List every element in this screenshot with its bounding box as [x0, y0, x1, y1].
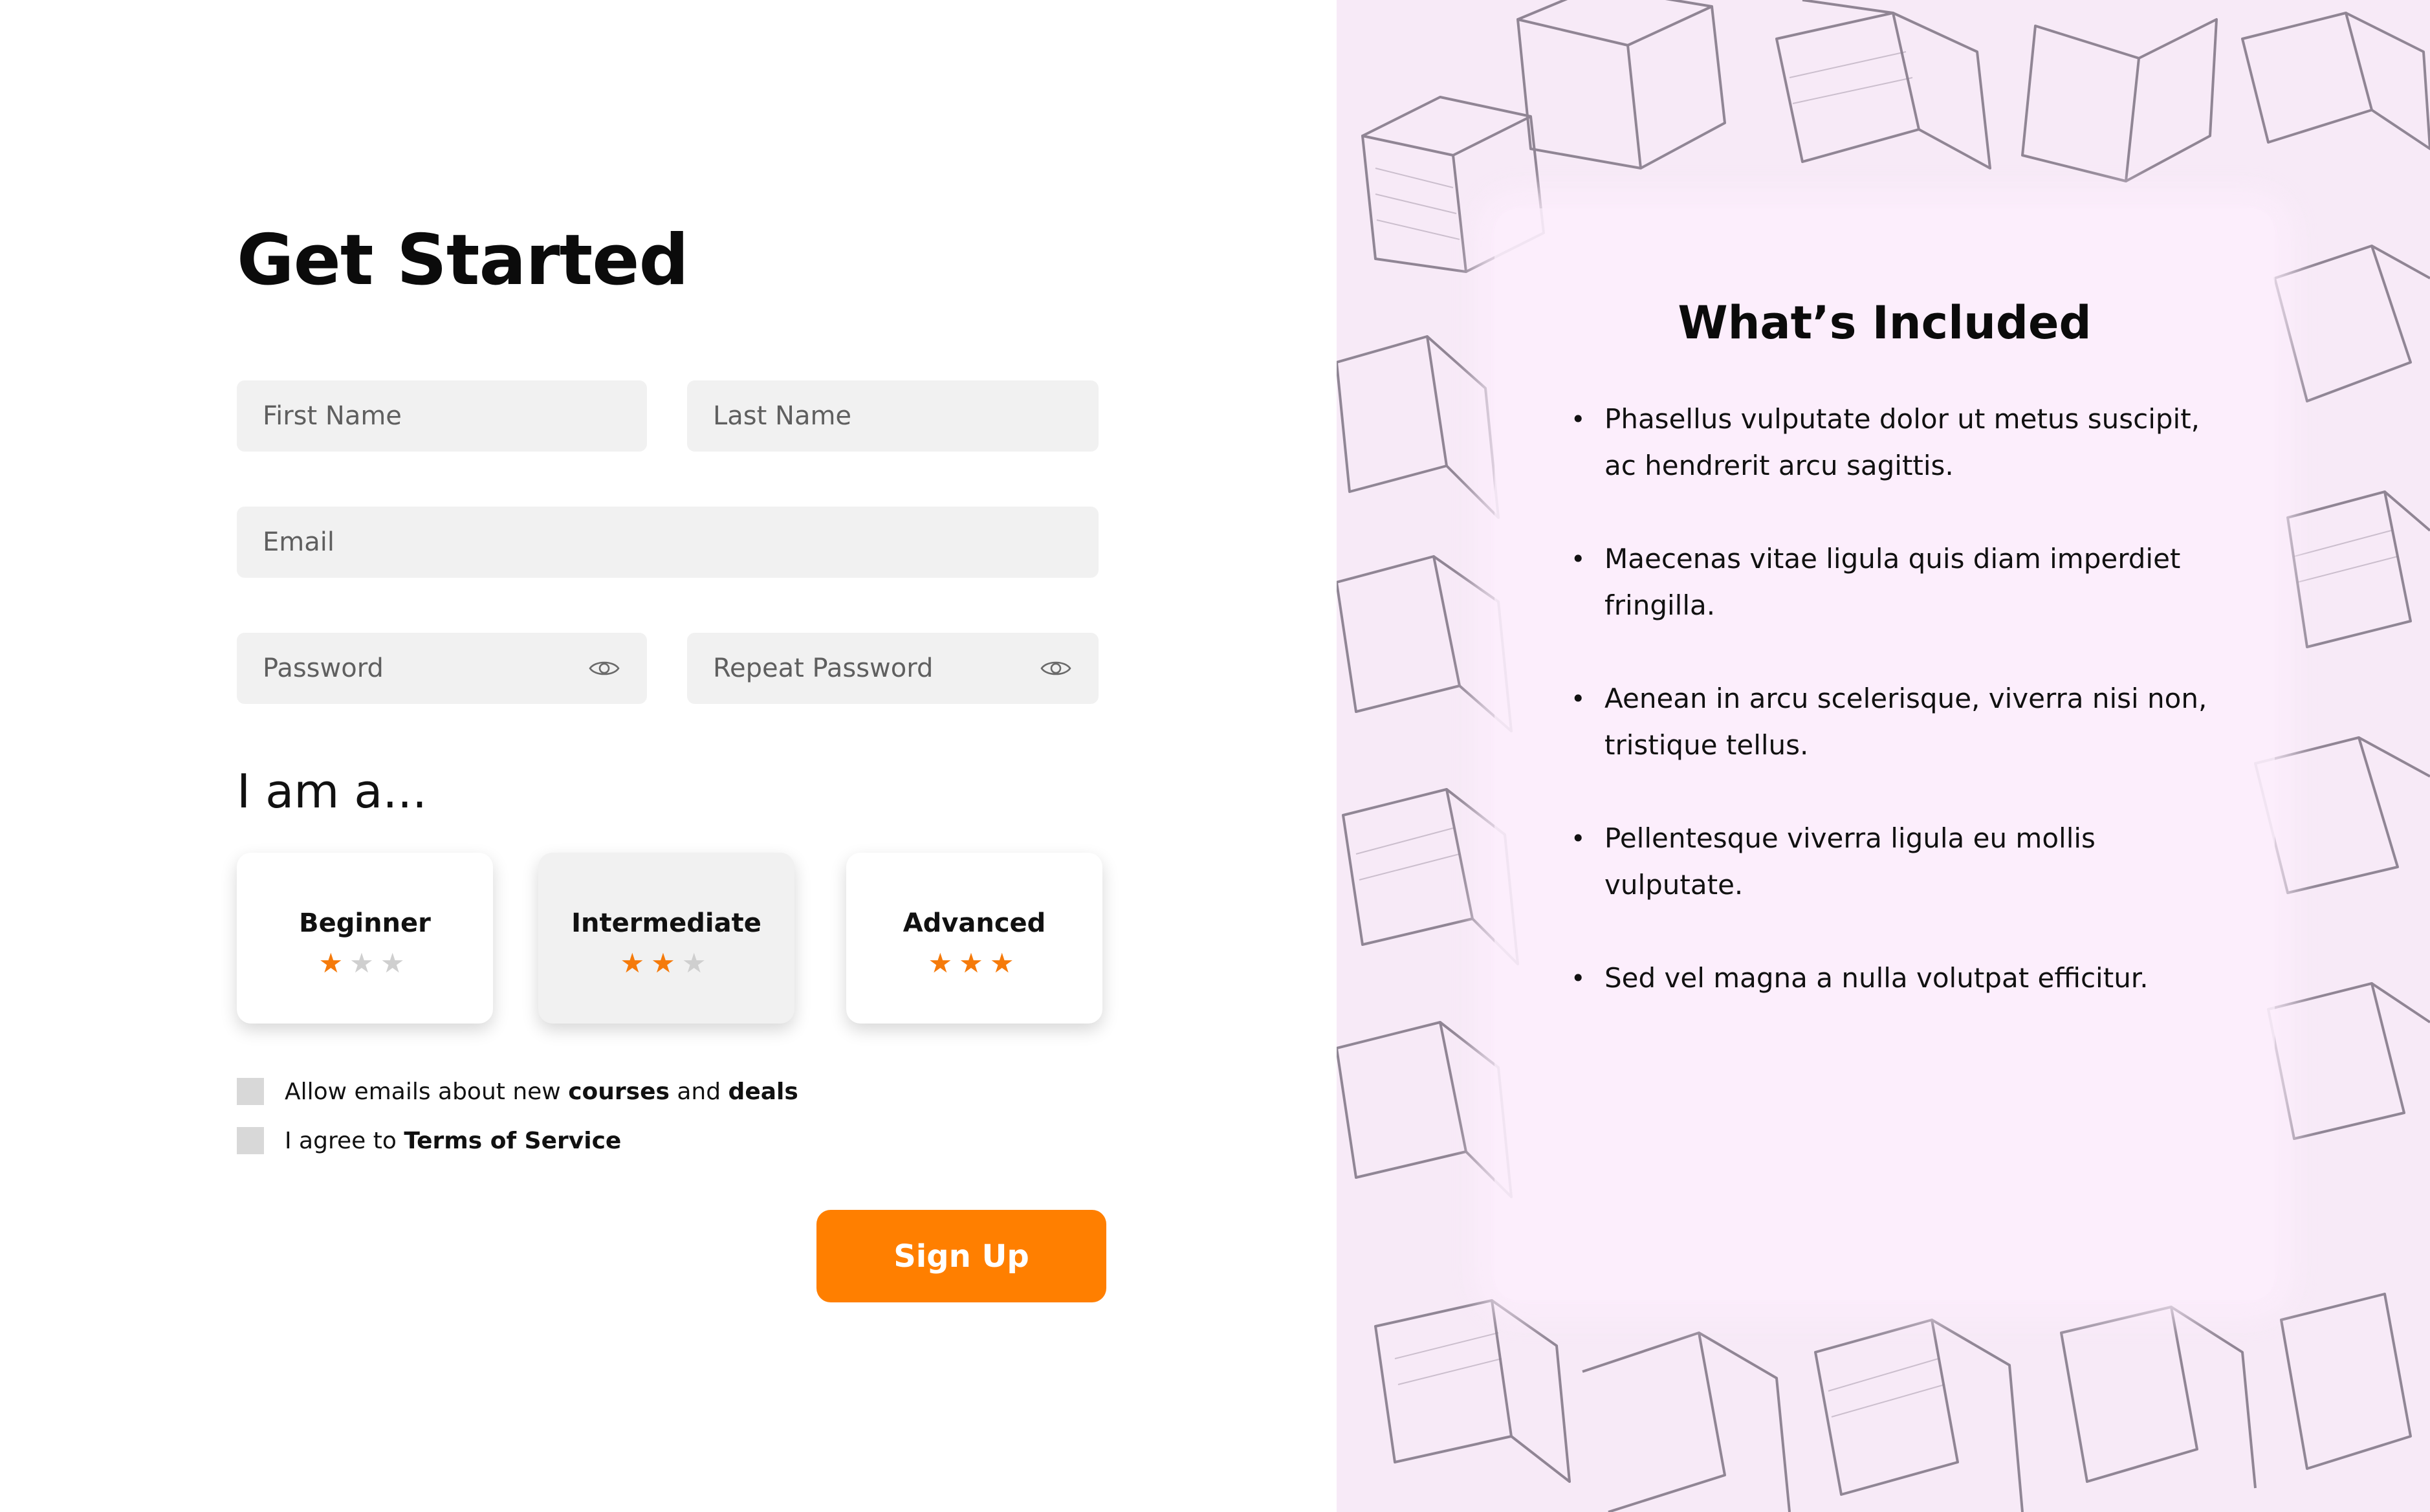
whats-included-title: What’s Included	[1678, 296, 2092, 349]
email-field[interactable]	[237, 507, 1099, 578]
allow-emails-checkbox[interactable]	[237, 1078, 264, 1105]
star-filled-icon: ★	[318, 947, 350, 979]
terms-checkbox[interactable]	[237, 1127, 264, 1154]
eye-icon[interactable]	[1039, 652, 1073, 685]
star-filled-icon: ★	[959, 947, 990, 979]
star-filled-icon: ★	[620, 947, 651, 979]
eye-icon[interactable]	[587, 652, 621, 685]
star-filled-icon: ★	[989, 947, 1021, 979]
password-field[interactable]	[237, 633, 647, 704]
repeat-password-field[interactable]	[687, 633, 1099, 704]
bullet-icon: •	[1571, 685, 1586, 713]
list-item: • Sed vel magna a nulla volutpat efficitu…	[1571, 955, 2224, 1002]
level-option-label: Beginner	[299, 908, 431, 938]
last-name-input[interactable]	[713, 380, 1073, 452]
whats-included-card: What’s Included • Phasellus vulputate dol…	[1494, 208, 2275, 1300]
bullet-icon: •	[1571, 405, 1586, 433]
repeat-password-input[interactable]	[713, 633, 1039, 704]
allow-emails-label: Allow emails about new courses and deals	[285, 1078, 798, 1105]
list-item: • Aenean in arcu scelerisque, viverra nis…	[1571, 675, 2224, 769]
rating-stars: ★★★	[846, 950, 1102, 977]
rating-stars: ★★★	[237, 950, 493, 977]
level-option-advanced[interactable]: Advanced ★★★	[846, 853, 1102, 1024]
allow-emails-row: Allow emails about new courses and deals	[237, 1078, 798, 1105]
level-option-intermediate[interactable]: Intermediate ★★★	[538, 853, 794, 1024]
last-name-field[interactable]	[687, 380, 1099, 452]
terms-of-service-link[interactable]: Terms of Service	[404, 1128, 621, 1154]
rating-stars: ★★★	[538, 950, 794, 977]
email-input[interactable]	[263, 507, 1073, 578]
list-item: • Phasellus vulputate dolor ut metus susc…	[1571, 396, 2224, 489]
list-item: • Pellentesque viverra ligula eu mollis v…	[1571, 815, 2224, 908]
page-title: Get Started	[237, 220, 689, 301]
bullet-icon: •	[1571, 545, 1586, 573]
level-option-label: Intermediate	[571, 908, 761, 938]
included-features-list: • Phasellus vulputate dolor ut metus susc…	[1571, 396, 2224, 1048]
bullet-icon: •	[1571, 824, 1586, 853]
first-name-field[interactable]	[237, 380, 647, 452]
level-option-label: Advanced	[903, 908, 1046, 938]
star-empty-icon: ★	[681, 947, 713, 979]
sign-up-button[interactable]: Sign Up	[816, 1210, 1106, 1302]
star-empty-icon: ★	[380, 947, 411, 979]
password-input[interactable]	[263, 633, 587, 704]
star-filled-icon: ★	[651, 947, 682, 979]
level-section-label: I am a...	[237, 764, 428, 818]
star-empty-icon: ★	[349, 947, 380, 979]
terms-row: I agree to Terms of Service	[237, 1127, 621, 1154]
level-option-beginner[interactable]: Beginner ★★★	[237, 853, 493, 1024]
star-filled-icon: ★	[928, 947, 959, 979]
terms-label: I agree to Terms of Service	[285, 1127, 622, 1154]
first-name-input[interactable]	[263, 380, 621, 452]
bullet-icon: •	[1571, 964, 1586, 992]
list-item: • Maecenas vitae ligula quis diam imperdi…	[1571, 536, 2224, 629]
